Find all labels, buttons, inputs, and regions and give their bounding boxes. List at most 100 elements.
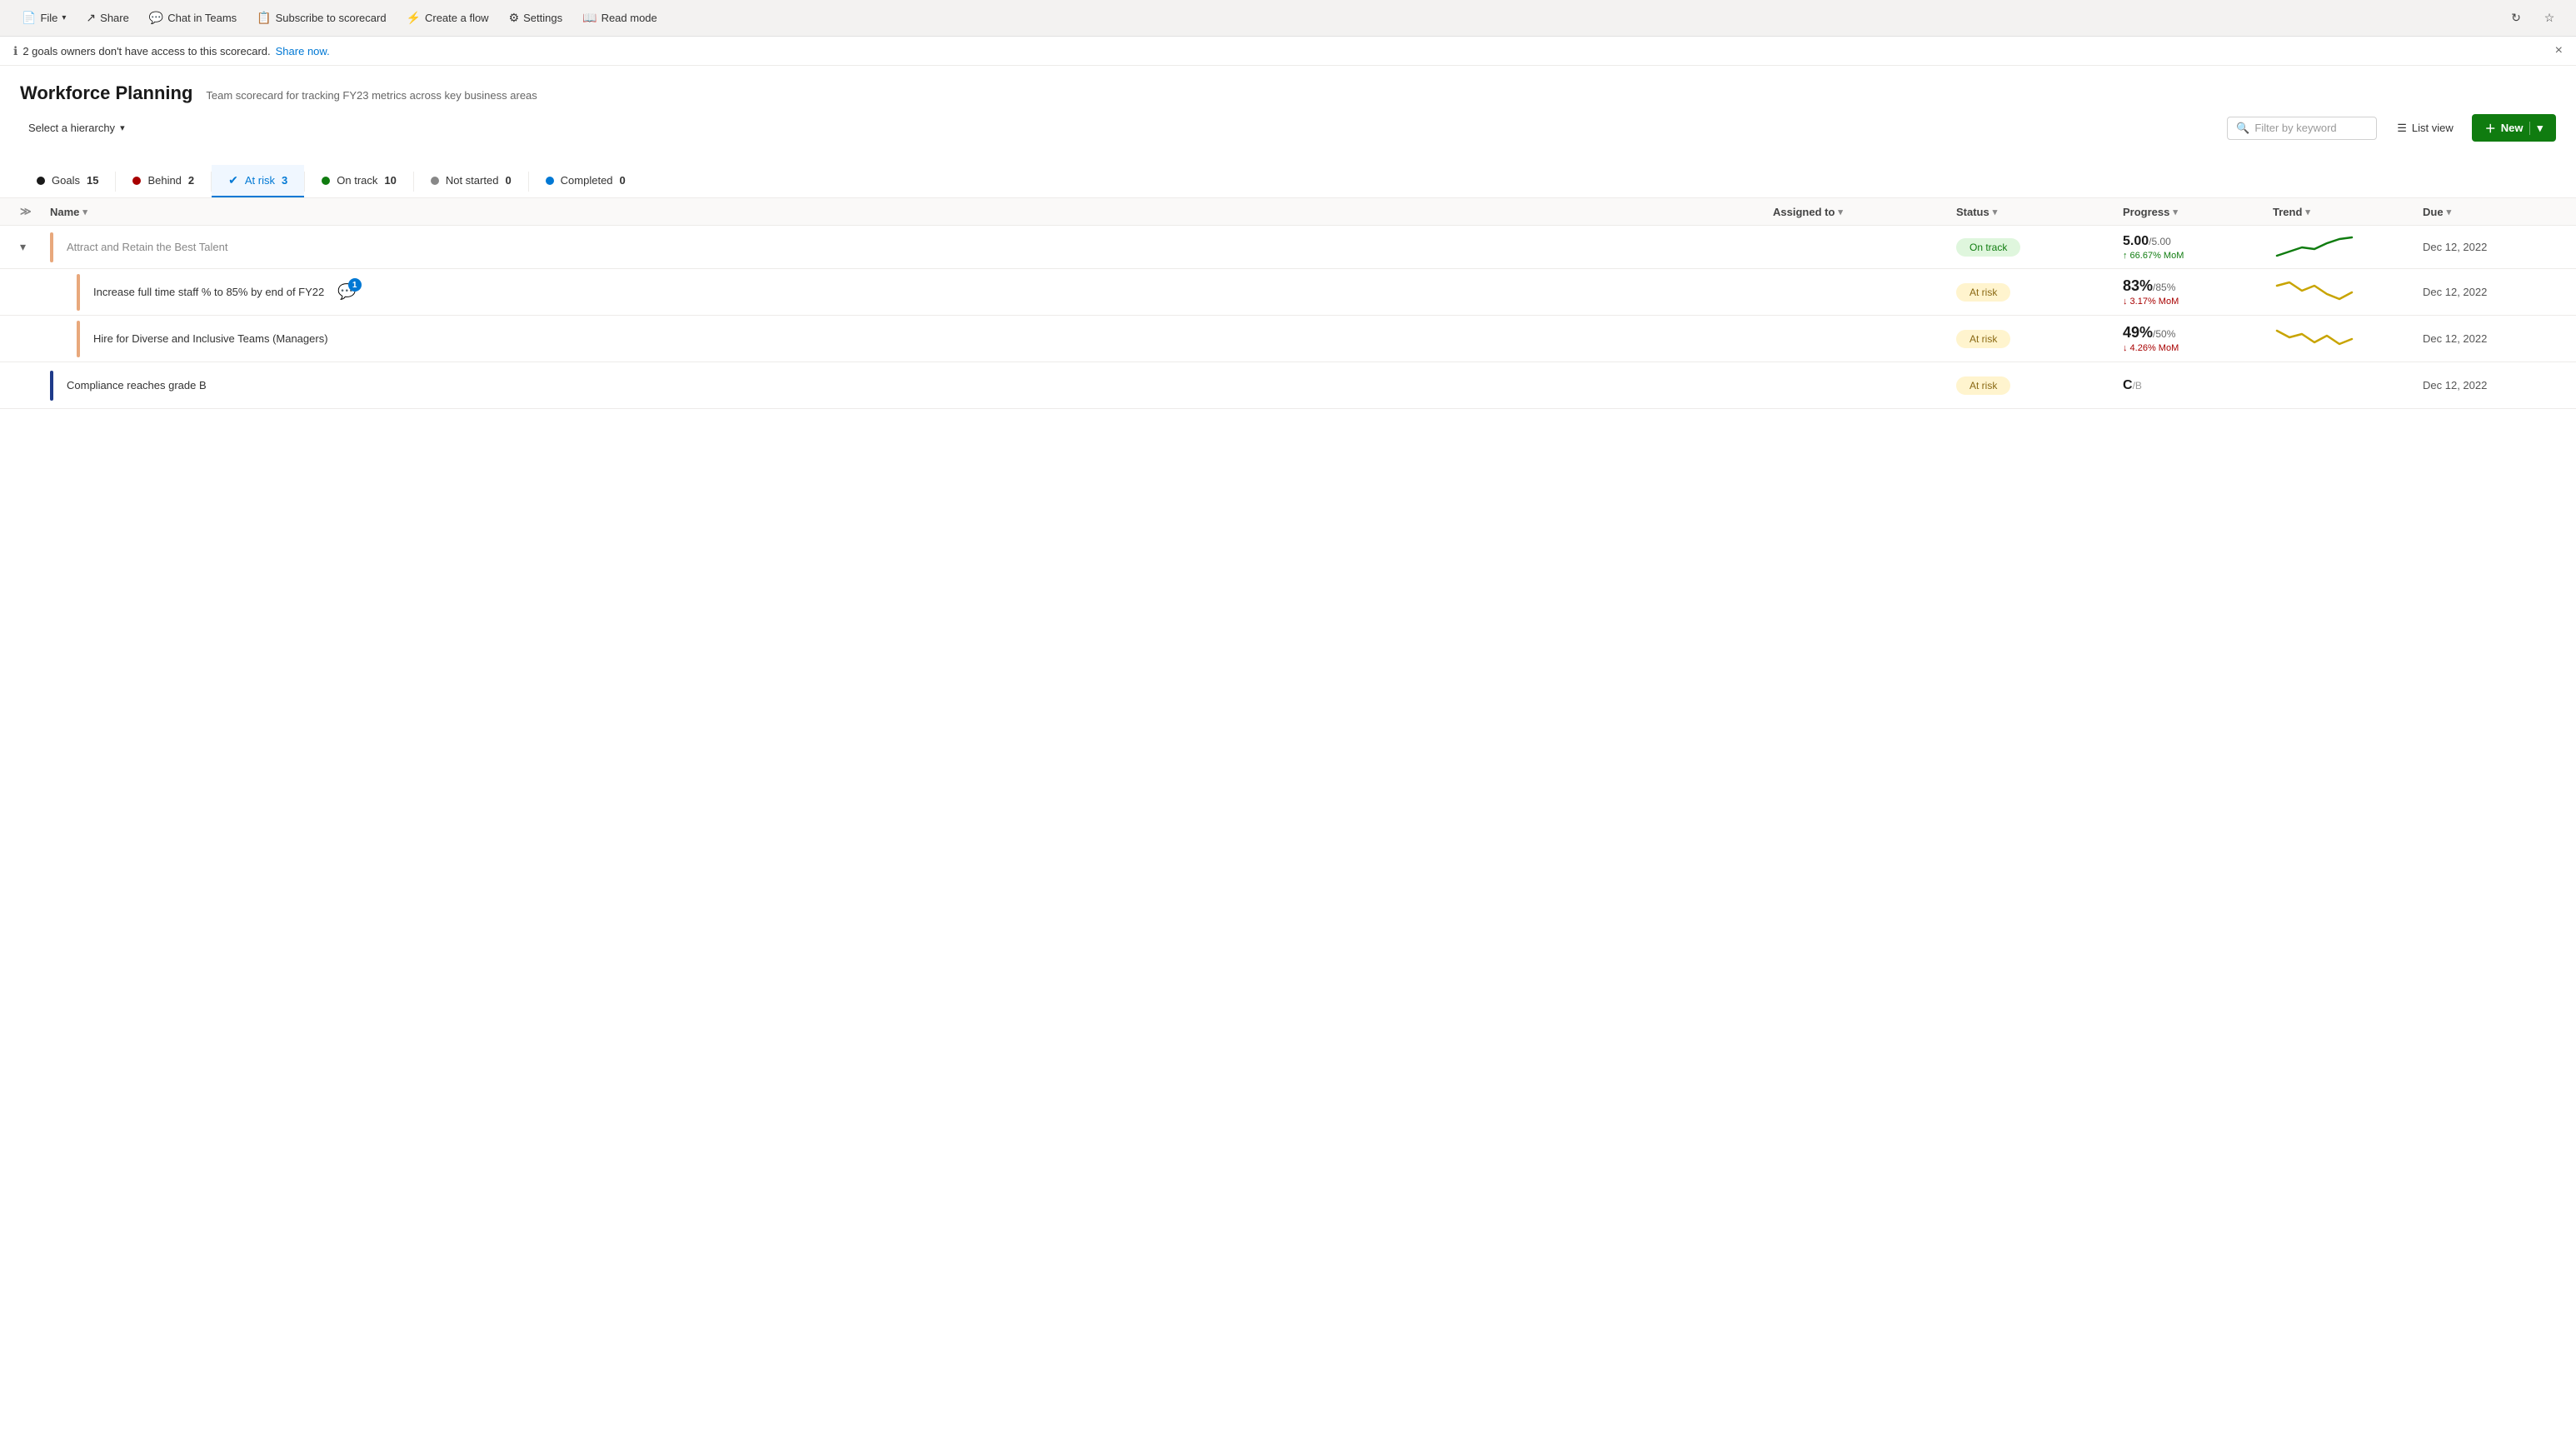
page-subtitle: Team scorecard for tracking FY23 metrics… <box>206 89 537 102</box>
toolbar-chat-in-teams[interactable]: 💬 Chat in Teams <box>141 7 245 28</box>
on-track-count: 10 <box>384 174 396 187</box>
filter-box[interactable]: 🔍 Filter by keyword <box>2227 117 2377 140</box>
hierarchy-select[interactable]: Select a hierarchy ▾ <box>20 117 133 139</box>
create-flow-label: Create a flow <box>425 12 489 24</box>
status-badge: At risk <box>1956 376 2010 395</box>
filter-placeholder: Filter by keyword <box>2254 122 2336 134</box>
page-title: Workforce Planning <box>20 82 192 104</box>
new-label: New <box>2501 122 2524 134</box>
col-name[interactable]: Name ▾ <box>50 205 1773 218</box>
header: Workforce Planning Team scorecard for tr… <box>0 66 2576 165</box>
file-label: File <box>40 12 57 24</box>
read-icon: 📖 <box>582 11 597 25</box>
table-row: ▾ Attract and Retain the Best Talent On … <box>0 226 2576 269</box>
due-sort-icon: ▾ <box>2447 207 2452 217</box>
tab-on-track[interactable]: On track 10 <box>305 166 413 197</box>
row-progress-cell: C/B <box>2123 375 2273 396</box>
at-risk-count: 3 <box>282 174 287 187</box>
comment-count: 1 <box>348 278 362 292</box>
col-status[interactable]: Status ▾ <box>1956 205 2123 218</box>
progress-sort-icon: ▾ <box>2173 207 2178 217</box>
toolbar-subscribe[interactable]: 📋 Subscribe to scorecard <box>248 7 394 28</box>
goals-dot <box>37 177 45 185</box>
on-track-label: On track <box>337 174 377 187</box>
progress-target: /B <box>2133 380 2142 391</box>
comment-badge[interactable]: 💬 1 <box>337 283 356 301</box>
row-status-cell: On track <box>1956 235 2123 260</box>
progress-target: /5.00 <box>2149 236 2171 247</box>
status-sort-icon: ▾ <box>1993 207 1998 217</box>
col-expand: ≫ <box>20 205 50 218</box>
settings-label: Settings <box>523 12 562 24</box>
status-badge: At risk <box>1956 283 2010 302</box>
row-name-cell: Compliance reaches grade B <box>50 367 1773 404</box>
new-button[interactable]: ＋ New ▾ <box>2472 114 2556 142</box>
row-name-cell: Increase full time staff % to 85% by end… <box>77 271 1773 314</box>
toolbar-read-mode[interactable]: 📖 Read mode <box>574 7 666 28</box>
row-name-text: Increase full time staff % to 85% by end… <box>93 286 324 298</box>
goals-label: Goals <box>52 174 80 187</box>
read-mode-label: Read mode <box>602 12 657 24</box>
toolbar-settings[interactable]: ⚙ Settings <box>501 7 572 28</box>
row-name-text: Hire for Diverse and Inclusive Teams (Ma… <box>93 332 328 345</box>
col-progress-label: Progress <box>2123 206 2169 218</box>
row-expand-cell <box>47 336 77 342</box>
col-trend[interactable]: Trend ▾ <box>2273 205 2423 218</box>
completed-dot <box>546 177 554 185</box>
trend-sparkline <box>2273 231 2356 264</box>
row-due-cell: Dec 12, 2022 <box>2423 376 2556 395</box>
row-status-cell: At risk <box>1956 327 2123 352</box>
subscribe-icon: 📋 <box>257 11 271 25</box>
table-container: ≫ Name ▾ Assigned to ▾ Status ▾ Progress… <box>0 198 2576 409</box>
col-due[interactable]: Due ▾ <box>2423 205 2556 218</box>
tab-behind[interactable]: Behind 2 <box>116 166 211 197</box>
row-expand-icon[interactable]: ▾ <box>20 240 26 254</box>
col-progress[interactable]: Progress ▾ <box>2123 205 2273 218</box>
trend-sparkline <box>2273 322 2356 356</box>
list-view-icon: ☰ <box>2397 122 2407 135</box>
row-status-cell: At risk <box>1956 373 2123 398</box>
header-title-row: Workforce Planning Team scorecard for tr… <box>20 82 2556 104</box>
progress-value: 5.00/5.00 <box>2123 234 2171 249</box>
col-assigned-to[interactable]: Assigned to ▾ <box>1773 205 1956 218</box>
progress-value: 83%/85% <box>2123 277 2175 295</box>
at-risk-label: At risk <box>245 174 275 187</box>
star-icon-btn[interactable]: ☆ <box>2536 5 2563 32</box>
behind-label: Behind <box>147 174 181 187</box>
row-due-cell: Dec 12, 2022 <box>2423 329 2556 348</box>
notification-close[interactable]: × <box>2555 43 2563 58</box>
not-started-label: Not started <box>446 174 499 187</box>
share-now-link[interactable]: Share now. <box>276 45 330 57</box>
progress-target: /85% <box>2153 282 2175 293</box>
toolbar-create-flow[interactable]: ⚡ Create a flow <box>398 7 497 28</box>
name-sort-icon: ▾ <box>82 207 87 217</box>
row-name-text: Compliance reaches grade B <box>67 379 207 391</box>
progress-sub: ↓ 3.17% MoM <box>2123 297 2179 307</box>
share-icon: ↗ <box>86 11 96 25</box>
not-started-dot <box>431 177 439 185</box>
tab-goals[interactable]: Goals 15 <box>20 166 115 197</box>
tab-not-started[interactable]: Not started 0 <box>414 166 528 197</box>
tab-at-risk[interactable]: ✔ At risk 3 <box>212 165 304 197</box>
refresh-icon-btn[interactable]: ↻ <box>2503 5 2529 32</box>
controls-row: Select a hierarchy ▾ 🔍 Filter by keyword… <box>20 114 2556 142</box>
row-name-cell: Hire for Diverse and Inclusive Teams (Ma… <box>77 317 1773 361</box>
tab-completed[interactable]: Completed 0 <box>529 166 642 197</box>
col-assigned-label: Assigned to <box>1773 206 1835 218</box>
toolbar: 📄 File ▾ ↗ Share 💬 Chat in Teams 📋 Subsc… <box>0 0 2576 37</box>
row-expand-cell <box>47 289 77 296</box>
toolbar-share[interactable]: ↗ Share <box>77 7 137 28</box>
not-started-count: 0 <box>505 174 511 187</box>
on-track-dot <box>322 177 330 185</box>
toolbar-file[interactable]: 📄 File ▾ <box>13 7 74 28</box>
info-icon: ℹ <box>13 44 17 58</box>
row-color-indicator <box>50 371 53 401</box>
new-dropdown-icon[interactable]: ▾ <box>2529 122 2543 135</box>
row-status-cell: At risk <box>1956 280 2123 305</box>
file-icon: 📄 <box>22 11 36 25</box>
list-view-button[interactable]: ☰ List view <box>2387 117 2464 140</box>
toolbar-right: ↻ ☆ <box>2503 5 2563 32</box>
status-badge: At risk <box>1956 330 2010 348</box>
expand-all-icon[interactable]: ≫ <box>20 205 32 218</box>
progress-main: 49%/50% <box>2123 324 2175 341</box>
